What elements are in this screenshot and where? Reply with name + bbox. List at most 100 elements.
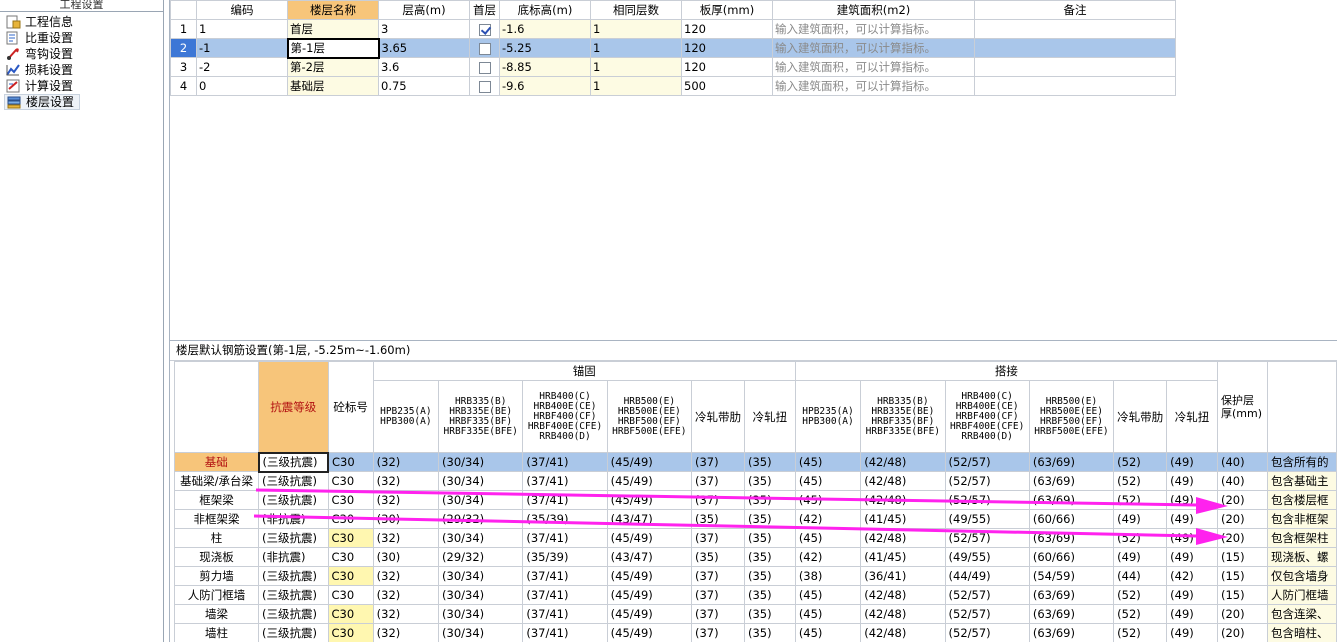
concrete-grade-cell[interactable]: C30 [327,528,374,548]
concrete-grade-cell[interactable]: C30 [327,566,374,586]
anchorage-cell[interactable]: (30/34) [438,604,524,624]
col-header-note[interactable]: 备注 [974,0,1176,20]
lap-cell[interactable]: (42) [794,547,862,567]
anchorage-cell[interactable]: (35) [743,509,796,529]
anchorage-cell[interactable]: (35) [743,623,796,642]
lap-cell[interactable]: (52) [1113,585,1168,605]
cell-first-floor[interactable] [469,38,500,58]
col-header-concrete[interactable]: 砼标号 [327,361,374,453]
lap-cell[interactable]: (38) [794,566,862,586]
anchorage-cell[interactable]: (37) [690,490,745,510]
rebar-row[interactable]: 框架梁 (三级抗震) C30 (32) (30/34) (37/41) (45/49) (37… [173,490,1337,510]
anchorage-cell[interactable]: (43/47) [606,509,692,529]
anchorage-cell[interactable]: (37/41) [522,471,608,491]
lap-cell[interactable]: (49) [1166,585,1218,605]
lap-cell[interactable]: (52/57) [944,490,1030,510]
lap-cell[interactable]: (45) [794,604,862,624]
anchorage-cell[interactable]: (32) [372,604,440,624]
seismic-grade-cell[interactable]: (三级抗震) [257,451,330,473]
seismic-grade-cell[interactable]: (三级抗震) [258,566,329,586]
cell-code[interactable]: -1 [196,38,288,58]
anchorage-cell[interactable]: (29/32) [438,547,524,567]
anchorage-cell[interactable]: (32) [372,471,440,491]
cell-note[interactable] [974,57,1176,77]
lap-cell[interactable]: (52) [1113,604,1168,624]
cell-first-floor[interactable] [469,76,500,96]
seismic-grade-cell[interactable]: (三级抗震) [258,604,329,624]
anchorage-cell[interactable]: (37) [690,471,745,491]
anchorage-cell[interactable]: (30/34) [438,471,524,491]
lap-cell[interactable]: (49) [1166,490,1218,510]
nav-item-5[interactable]: 计算设置 [4,78,80,94]
anchorage-cell[interactable]: (35/39) [522,509,608,529]
cell-code[interactable]: 0 [196,76,288,96]
anchorage-cell[interactable]: (30) [372,547,440,567]
lap-cell[interactable]: (49) [1166,509,1218,529]
lap-cell[interactable]: (42/48) [860,471,946,491]
col-header-anchor-c4[interactable]: HRB500(E) HRB500E(EE) HRBF500(EF) HRBF50… [606,380,692,453]
anchorage-cell[interactable]: (45/49) [606,623,692,642]
lap-cell[interactable]: (45) [794,490,862,510]
lap-cell[interactable]: (44) [1113,566,1168,586]
cell-area[interactable]: 输入建筑面积，可以计算指标。 [772,38,975,58]
cell-floor-name[interactable]: 第-2层 [287,57,379,77]
cell-area[interactable]: 输入建筑面积，可以计算指标。 [772,19,975,39]
anchorage-cell[interactable]: (37/41) [522,623,608,642]
seismic-grade-cell[interactable]: (非抗震) [258,509,329,529]
cell-floor-name[interactable]: 首层 [287,19,379,39]
floor-row[interactable]: 4 0 基础层 0.75 -9.6 1 500 输入建筑面积，可以计算指标。 [170,76,1176,96]
cell-slab[interactable]: 500 [681,76,773,96]
anchorage-cell[interactable]: (37) [690,604,745,624]
cell-bottom-elev[interactable]: -5.25 [499,38,591,58]
cover-cell[interactable]: (20) [1216,528,1268,548]
lap-cell[interactable]: (54/59) [1028,566,1115,586]
anchorage-cell[interactable]: (37) [690,566,745,586]
rebar-row[interactable]: 人防门框墙 (三级抗震) C30 (32) (30/34) (37/41) (45/49)(… [173,585,1337,605]
lap-cell[interactable]: (45) [794,452,862,472]
anchorage-cell[interactable]: (45/49) [606,604,692,624]
anchorage-cell[interactable]: (43/47) [606,547,692,567]
lap-cell[interactable]: (49) [1113,547,1168,567]
anchorage-cell[interactable]: (35) [690,509,745,529]
lap-cell[interactable]: (60/66) [1028,509,1115,529]
cell-note[interactable] [974,76,1176,96]
lap-cell[interactable]: (63/69) [1028,490,1115,510]
cell-floor-name[interactable]: 基础层 [287,76,379,96]
concrete-grade-cell[interactable]: C30 [327,490,374,510]
nav-item-3[interactable]: 弯钩设置 [4,46,80,62]
seismic-grade-cell[interactable]: (三级抗震) [258,585,329,605]
anchorage-cell[interactable]: (37) [690,452,745,472]
cell-code[interactable]: 1 [196,19,288,39]
anchorage-cell[interactable]: (45/49) [606,528,692,548]
lap-cell[interactable]: (52/57) [944,604,1030,624]
lap-cell[interactable]: (42/48) [860,452,946,472]
lap-cell[interactable]: (49) [1166,547,1218,567]
anchorage-cell[interactable]: (35) [743,547,796,567]
floor-row[interactable]: 2 -1 第-1层 3.65 -5.25 1 120 输入建筑面积，可以计算指标。 [170,37,1176,59]
anchorage-cell[interactable]: (35) [743,490,796,510]
anchorage-cell[interactable]: (35) [690,547,745,567]
lap-cell[interactable]: (52) [1113,490,1168,510]
anchorage-cell[interactable]: (30/34) [438,452,524,472]
col-header-bottom-elev[interactable]: 底标高(m) [499,0,591,20]
anchorage-cell[interactable]: (37/41) [522,585,608,605]
cell-slab[interactable]: 120 [681,57,773,77]
lap-cell[interactable]: (42) [794,509,862,529]
cell-first-floor[interactable] [469,19,500,39]
nav-item-2[interactable]: 比重设置 [4,30,80,46]
rebar-row[interactable]: 现浇板 (非抗震) C30 (30) (29/32) (35/39) (43/47) (35)… [173,547,1337,567]
col-header-first-floor[interactable]: 首层 [469,0,500,20]
lap-cell[interactable]: (63/69) [1028,528,1115,548]
anchorage-cell[interactable]: (35) [743,585,796,605]
concrete-grade-cell[interactable]: C30 [327,604,374,624]
col-header-lap-c3[interactable]: HRB400(C) HRB400E(CE) HRBF400(CF) HRBF40… [944,380,1030,453]
anchorage-cell[interactable]: (45/49) [606,490,692,510]
lap-cell[interactable]: (49) [1166,471,1218,491]
rebar-row[interactable]: 剪力墙 (三级抗震) C30 (32) (30/34) (37/41) (45/49) (37… [173,566,1337,586]
lap-cell[interactable]: (41/45) [860,509,946,529]
anchorage-cell[interactable]: (30/34) [438,490,524,510]
floor-row[interactable]: 1 1 首层 3 -1.6 1 120 输入建筑面积，可以计算指标。 [170,19,1176,39]
anchorage-cell[interactable]: (37/41) [522,566,608,586]
cell-area[interactable]: 输入建筑面积，可以计算指标。 [772,57,975,77]
cell-same-count[interactable]: 1 [590,76,682,96]
